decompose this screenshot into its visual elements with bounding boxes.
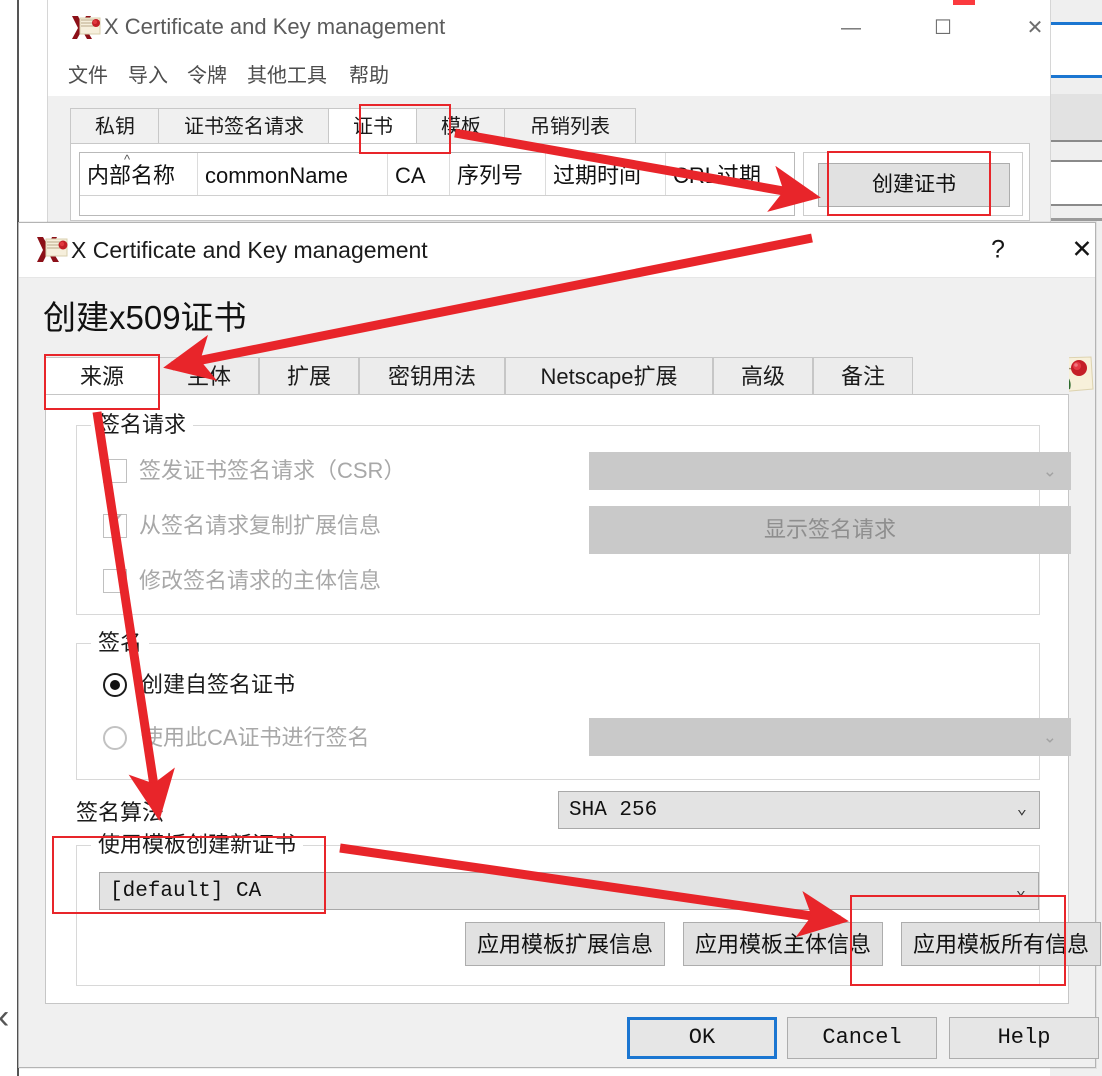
csr-select[interactable]: ⌄ [589, 452, 1071, 490]
sign-with-ca-radio[interactable] [103, 726, 127, 750]
create-certificate-button[interactable]: 创建证书 [818, 163, 1010, 207]
dialog-footer: OK Cancel Help [19, 1005, 1099, 1066]
check-icon: ✓ [106, 508, 127, 535]
chevron-left-icon[interactable]: ‹ [0, 1000, 9, 1034]
menu-item-import[interactable]: 导入 [128, 58, 168, 94]
column-expiry[interactable]: 过期时间 [546, 153, 666, 195]
signature-algorithm-label: 签名算法 [76, 800, 165, 825]
backdrop-strip [1050, 78, 1102, 94]
signature-group-title: 签名 [91, 629, 150, 657]
copy-extensions-checkbox[interactable]: ✓ [103, 510, 127, 538]
tab-subject[interactable]: 主体 [159, 357, 259, 395]
template-select[interactable]: [default] CA ⌄ [99, 872, 1039, 910]
tab-csr[interactable]: 证书签名请求 [158, 108, 330, 145]
tab-extensions[interactable]: 扩展 [259, 357, 359, 395]
cancel-button[interactable]: Cancel [787, 1017, 937, 1059]
tab-private-keys[interactable]: 私钥 [70, 108, 160, 145]
column-serial[interactable]: 序列号 [450, 153, 546, 195]
minimize-button[interactable]: — [828, 6, 874, 50]
top-red-artifact [953, 0, 975, 5]
tab-source[interactable]: 来源 [45, 357, 159, 395]
apply-template-subject-button[interactable]: 应用模板主体信息 [683, 922, 883, 966]
self-signed-radio[interactable] [103, 673, 127, 697]
column-internal-name[interactable]: 内部名称 [80, 153, 198, 195]
xca-scroll-icon [37, 237, 68, 262]
page-title: 创建x509证书 [43, 299, 247, 336]
close-button[interactable]: ✕ [1012, 6, 1058, 50]
backdrop-strip [1050, 142, 1102, 160]
create-x509-certificate-dialog: X Certificate and Key management ? ✕ 创建x… [18, 222, 1101, 1068]
apply-template-extensions-button[interactable]: 应用模板扩展信息 [465, 922, 665, 966]
main-window-body: 私钥 证书签名请求 证书 模板 吊销列表 ^ 内部名称 commonName C… [48, 96, 1050, 222]
minimize-icon: — [841, 17, 861, 39]
backdrop-left-panel [0, 0, 18, 1076]
tab-advanced[interactable]: 高级 [713, 357, 813, 395]
menu-item-token[interactable]: 令牌 [187, 58, 227, 94]
main-tab-pane: ^ 内部名称 commonName CA 序列号 过期时间 CRL过期 创建证书 [70, 143, 1030, 221]
menu-item-file[interactable]: 文件 [68, 58, 108, 94]
menu-item-help[interactable]: 帮助 [349, 58, 389, 94]
template-group-title: 使用模板创建新证书 [91, 831, 304, 859]
tab-certificates[interactable]: 证书 [328, 108, 418, 146]
tab-netscape-extensions[interactable]: Netscape扩展 [505, 357, 713, 395]
dialog-close-button[interactable]: ✕ [1059, 229, 1102, 271]
backdrop-strip [1050, 94, 1102, 140]
column-common-name[interactable]: commonName [198, 153, 388, 195]
modify-subject-checkbox[interactable] [103, 569, 127, 593]
dialog-title: X Certificate and Key management [71, 237, 428, 263]
copy-extensions-label: 从签名请求复制扩展信息 [139, 513, 382, 538]
sign-with-ca-label: 使用此CA证书进行签名 [141, 725, 370, 750]
signature-group: 签名 创建自签名证书 使用此CA证书进行签名 ⌄ [76, 629, 1071, 780]
xca-scroll-icon [72, 16, 101, 39]
signing-request-group-title: 签名请求 [91, 411, 194, 439]
menu-item-tools[interactable]: 其他工具 [247, 58, 327, 94]
template-group: 使用模板创建新证书 [default] CA ⌄ 应用模板扩展信息 应用模板主体… [76, 831, 1101, 986]
chevron-down-icon: ⌄ [1042, 461, 1057, 481]
ok-button[interactable]: OK [627, 1017, 777, 1059]
show-signing-request-button[interactable]: 显示签名请求 [589, 506, 1071, 554]
main-window: X Certificate and Key management — ☐ ✕ 文… [48, 0, 1050, 222]
close-icon: ✕ [1026, 17, 1044, 39]
main-window-titlebar: X Certificate and Key management — ☐ ✕ [48, 0, 1050, 56]
ca-certificate-select[interactable]: ⌄ [589, 718, 1071, 756]
modify-subject-label: 修改签名请求的主体信息 [139, 568, 382, 593]
radio-dot-icon [110, 680, 120, 690]
certificate-actions-panel: 创建证书 [803, 152, 1023, 216]
tab-revocation-lists[interactable]: 吊销列表 [504, 108, 636, 145]
tab-key-usage[interactable]: 密钥用法 [359, 357, 505, 395]
apply-template-all-button[interactable]: 应用模板所有信息 [901, 922, 1101, 966]
source-tab-pane: 签名请求 签发证书签名请求（CSR） ✓ 从签名请求复制扩展信息 修改签名请求的… [45, 394, 1101, 1004]
issue-signing-request-label: 签发证书签名请求（CSR） [139, 458, 406, 483]
signature-algorithm-select[interactable]: SHA 256 ⌄ [558, 791, 1040, 829]
question-mark-icon: ? [991, 235, 1005, 264]
certificate-list-header: ^ 内部名称 commonName CA 序列号 过期时间 CRL过期 [80, 153, 794, 196]
tab-comment[interactable]: 备注 [813, 357, 913, 395]
chevron-down-icon: ⌄ [1015, 881, 1026, 901]
certificate-list[interactable]: ^ 内部名称 commonName CA 序列号 过期时间 CRL过期 [79, 152, 795, 216]
dialog-header: 创建x509证书 [19, 278, 1095, 400]
template-value: [default] CA [110, 879, 262, 903]
column-ca[interactable]: CA [388, 153, 450, 195]
chevron-down-icon: ⌄ [1042, 727, 1057, 747]
self-signed-label: 创建自签名证书 [141, 672, 296, 697]
signature-algorithm-value: SHA 256 [569, 798, 658, 822]
close-icon: ✕ [1071, 235, 1093, 264]
dialog-tabstrip: 来源 主体 扩展 密钥用法 Netscape扩展 高级 备注 [45, 357, 1069, 395]
dialog-titlebar: X Certificate and Key management ? ✕ [19, 223, 1095, 278]
dialog-help-button[interactable]: ? [975, 229, 1021, 271]
help-button[interactable]: Help [949, 1017, 1099, 1059]
signing-request-group: 签名请求 签发证书签名请求（CSR） ✓ 从签名请求复制扩展信息 修改签名请求的… [76, 411, 1071, 615]
main-menubar: 文件 导入 令牌 其他工具 帮助 [48, 58, 1050, 94]
main-window-title: X Certificate and Key management [104, 14, 446, 39]
maximize-icon: ☐ [934, 17, 952, 39]
column-crl-expiry[interactable]: CRL过期 [666, 153, 794, 195]
issue-signing-request-checkbox[interactable] [103, 459, 127, 483]
backdrop-strip [1050, 162, 1102, 204]
tab-templates[interactable]: 模板 [416, 108, 506, 145]
maximize-button[interactable]: ☐ [920, 6, 966, 50]
chevron-down-icon: ⌄ [1016, 800, 1027, 820]
backdrop-strip [1050, 206, 1102, 218]
